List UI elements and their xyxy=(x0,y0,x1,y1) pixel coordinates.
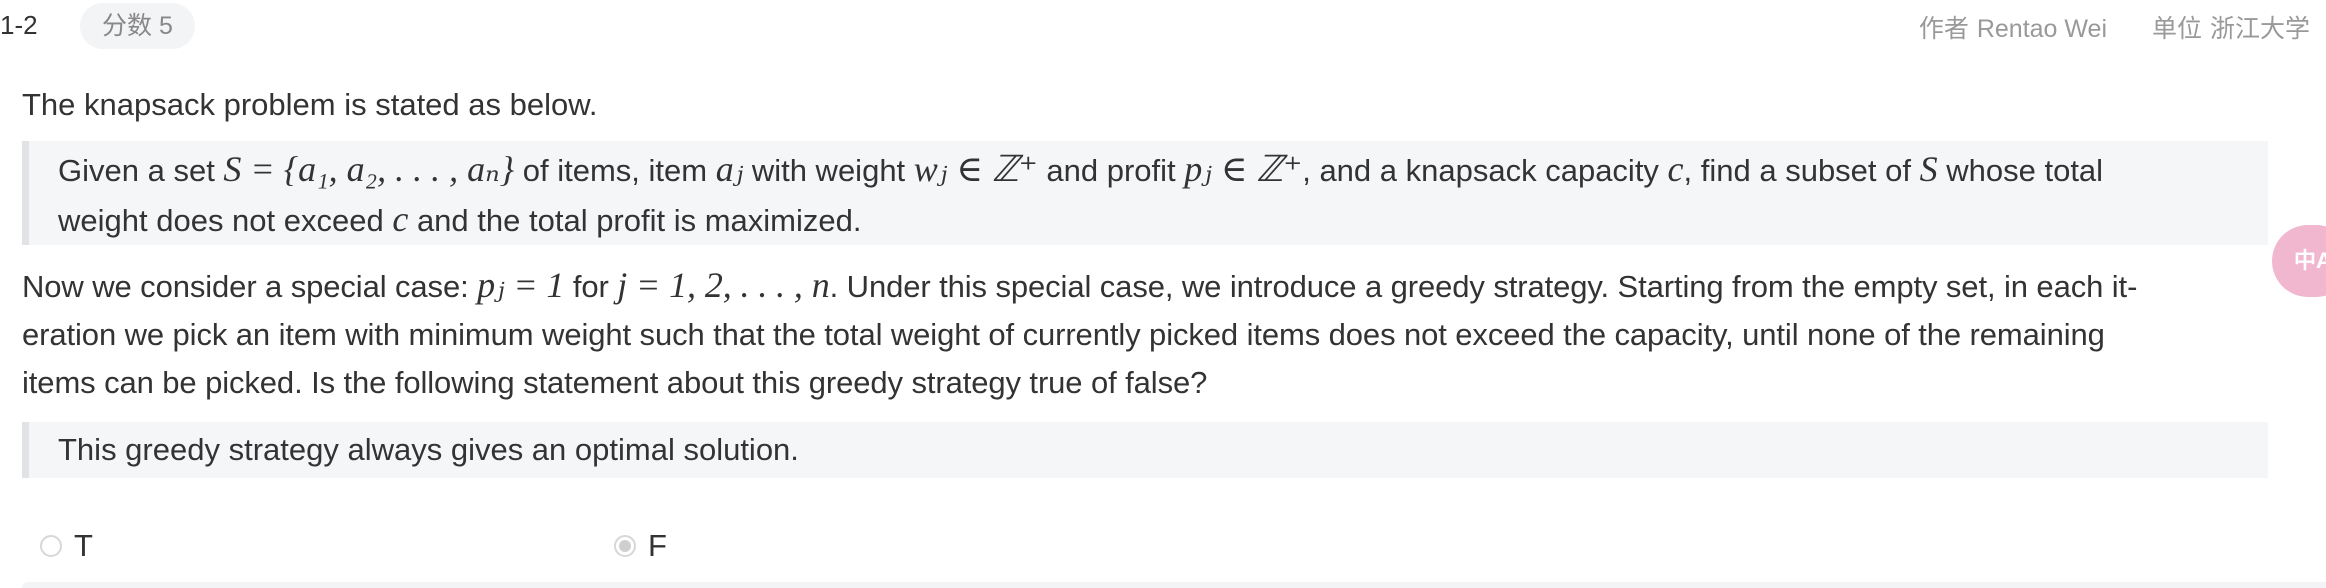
option-t-label: T xyxy=(74,528,93,563)
text-segment: whose total xyxy=(1937,153,2104,188)
definition-line: weight does not exceed c and the total p… xyxy=(58,195,2268,245)
text-segment: weight does not exceed xyxy=(58,203,393,238)
text-segment: of items, item xyxy=(514,153,716,188)
statement-block: This greedy strategy always gives an opt… xyxy=(22,422,2268,478)
math-expression: c xyxy=(1667,149,1684,189)
definition-line: Given a set S = {a₁, a₂, . . . , aₙ} of … xyxy=(58,145,2268,195)
text-segment: and the total profit is maximized. xyxy=(408,203,862,238)
text-segment: and profit xyxy=(1037,153,1185,188)
unit-label: 单位 xyxy=(2151,15,2202,43)
definition-block: Given a set S = {a₁, a₂, . . . , aₙ} of … xyxy=(22,141,2268,245)
math-expression: pⱼ ∈ ℤ⁺ xyxy=(1184,149,1303,189)
question-meta: 作者 Rentao Wei 单位 浙江大学 xyxy=(1911,9,2310,45)
math-expression: c xyxy=(392,199,409,239)
text-segment: items can be picked. Is the following st… xyxy=(22,365,1208,400)
special-case-text: Now we consider a special case: pⱼ = 1 f… xyxy=(22,261,2306,407)
text-segment: , find a subset of xyxy=(1683,153,1920,188)
score-badge: 分数 5 xyxy=(80,3,195,49)
text-segment: Now we consider a special case: xyxy=(22,269,478,304)
text-segment: . Under this special case, we introduce … xyxy=(829,269,2138,304)
option-f[interactable]: F xyxy=(614,528,667,564)
math-expression: S xyxy=(1919,149,1938,189)
unit-name: 浙江大学 xyxy=(2209,15,2310,43)
math-expression: pⱼ = 1 xyxy=(477,265,565,305)
option-f-label: F xyxy=(648,528,667,563)
text-segment: with weight xyxy=(743,153,914,188)
text-segment: , and a knapsack capacity xyxy=(1302,153,1668,188)
radio-f[interactable] xyxy=(614,535,636,557)
special-case-line: items can be picked. Is the following st… xyxy=(22,359,2306,407)
text-segment: for xyxy=(564,269,618,304)
special-case-line: eration we pick an item with minimum wei… xyxy=(22,311,2306,359)
math-expression: wⱼ ∈ ℤ⁺ xyxy=(913,149,1038,189)
next-card-edge xyxy=(22,582,2326,588)
special-case-line: Now we consider a special case: pⱼ = 1 f… xyxy=(22,261,2306,311)
question-number: 1-2 xyxy=(0,10,38,40)
text-segment: Given a set xyxy=(58,153,224,188)
radio-t[interactable] xyxy=(40,535,62,557)
math-expression: S = {a₁, a₂, . . . , aₙ} xyxy=(223,149,515,189)
question-header: 1-2 分数 5 作者 Rentao Wei 单位 浙江大学 xyxy=(0,0,2326,52)
text-segment: eration we pick an item with minimum wei… xyxy=(22,317,2105,352)
intro-text: The knapsack problem is stated as below. xyxy=(22,87,598,122)
author-label: 作者 xyxy=(1918,15,1969,43)
math-expression: aⱼ xyxy=(715,149,744,189)
math-expression: j = 1, 2, . . . , n xyxy=(617,265,830,305)
author-name: Rentao Wei xyxy=(1976,15,2108,43)
option-t[interactable]: T xyxy=(40,528,93,564)
